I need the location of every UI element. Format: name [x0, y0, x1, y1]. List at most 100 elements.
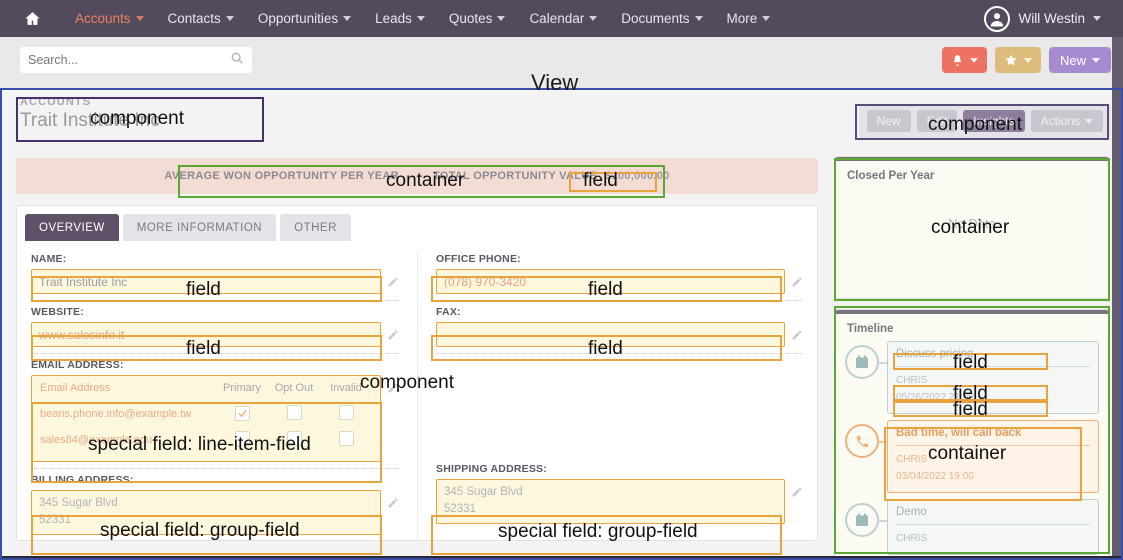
chevron-down-icon [589, 16, 598, 21]
timeline-item[interactable]: Discuss pricing CHRIS 05/26/2022 21:00 [835, 335, 1109, 414]
bell-icon [953, 54, 962, 66]
notifications-button[interactable] [941, 47, 987, 73]
timeline-card[interactable]: Demo CHRIS [887, 499, 1099, 555]
field-label: BILLING ADDRESS: [31, 474, 134, 486]
primary-checkbox[interactable] [234, 406, 250, 421]
invalid-checkbox[interactable] [338, 431, 354, 446]
nav-item-leads[interactable]: Leads [363, 11, 437, 26]
phone-icon [845, 424, 879, 458]
new-button[interactable]: New [866, 110, 911, 132]
chevron-down-icon [497, 16, 506, 21]
billing-address-group[interactable]: 345 Sugar Blvd 52331 [31, 490, 381, 535]
favorites-button[interactable] [994, 47, 1041, 73]
search-input[interactable] [28, 53, 230, 67]
actions-button-label: Actions [1040, 114, 1080, 128]
insights-button[interactable]: Insights [963, 110, 1025, 132]
shipping-address-group[interactable]: 345 Sugar Blvd 52331 [436, 479, 785, 524]
nav-item-label: More [726, 11, 758, 26]
email-value[interactable]: sales84@example.edu [40, 434, 216, 446]
name-input[interactable]: Trait Institute Inc [31, 269, 381, 294]
new-button-label: New [876, 114, 901, 128]
timeline-card[interactable]: Bad time, will call back CHRIS 03/04/202… [887, 420, 1099, 493]
record-body: AVERAGE WON OPPORTUNITY PER YEAR TOTAL O… [0, 146, 1123, 560]
field-billing-address: BILLING ADDRESS: 345 Sugar Blvd 52331 [31, 474, 399, 535]
table-row: sales84@example.edu [40, 427, 372, 453]
tab-other[interactable]: OTHER [280, 214, 351, 241]
form-column-left: NAME: Trait Institute Inc WEBSITE: www.s… [31, 253, 417, 540]
field-label: WEBSITE: [31, 306, 84, 318]
nav-item-label: Leads [375, 11, 412, 26]
metric-label: TOTAL OPPORTUNITY VALUE [432, 170, 598, 182]
tab-more-information[interactable]: MORE INFORMATION [122, 214, 277, 241]
actions-button[interactable]: Actions [1030, 110, 1103, 132]
primary-checkbox-cell [216, 406, 268, 422]
breadcrumb[interactable]: ACCOUNTS [20, 96, 91, 108]
nav-item-more[interactable]: More [715, 11, 783, 26]
office-phone-input[interactable]: (078) 970-3420 [436, 269, 785, 294]
edit-pencil-icon[interactable] [791, 485, 803, 503]
website-input[interactable]: www.salesinfo.it [31, 322, 381, 347]
nav-item-documents[interactable]: Documents [609, 11, 714, 26]
fax-input[interactable] [436, 322, 785, 347]
field-label: OFFICE PHONE: [436, 253, 521, 265]
timeline-card[interactable]: Discuss pricing CHRIS 05/26/2022 21:00 [887, 341, 1099, 414]
nav-menu: Accounts Contacts Opportunities Leads Qu… [63, 11, 782, 26]
office-phone-value: (078) 970-3420 [444, 274, 527, 289]
divider [31, 300, 399, 301]
metric-label: AVERAGE WON OPPORTUNITY PER YEAR [164, 170, 399, 182]
user-menu[interactable]: Will Westin [984, 5, 1101, 32]
edit-pencil-icon[interactable] [387, 496, 399, 514]
field-label: SHIPPING ADDRESS: [436, 463, 547, 475]
field-label: FAX: [436, 306, 461, 318]
search-icon[interactable] [230, 51, 244, 70]
calendar-icon [845, 503, 879, 537]
chevron-down-icon [762, 16, 771, 21]
invalid-checkbox[interactable] [338, 405, 354, 420]
chevron-down-icon [225, 16, 234, 21]
chevron-down-icon [416, 16, 425, 21]
tab-overview[interactable]: OVERVIEW [25, 214, 119, 241]
nav-item-label: Quotes [448, 11, 493, 26]
nav-item-label: Calendar [529, 11, 585, 26]
edit-pencil-icon[interactable] [387, 381, 399, 399]
page-bottom-edge [0, 556, 1123, 560]
opt-out-checkbox-cell [268, 431, 320, 449]
timeline-item[interactable]: Bad time, will call back CHRIS 03/04/202… [835, 414, 1109, 493]
tab-bar: OVERVIEW MORE INFORMATION OTHER [17, 206, 817, 241]
search-box[interactable] [20, 47, 252, 73]
edit-pencil-icon[interactable] [387, 275, 399, 293]
edit-button[interactable]: Edit [916, 110, 958, 132]
email-value[interactable]: beans.phone.info@example.tw [40, 408, 216, 420]
tab-label: OTHER [294, 221, 337, 234]
edit-pencil-icon[interactable] [791, 275, 803, 293]
metric-value: $100,000.00 [605, 170, 670, 182]
nav-item-accounts[interactable]: Accounts [63, 11, 156, 26]
divider [896, 445, 1090, 446]
primary-checkbox[interactable] [234, 431, 250, 446]
new-record-button[interactable]: New [1048, 47, 1111, 73]
avatar [984, 5, 1011, 32]
invalid-checkbox-cell [320, 431, 372, 449]
opt-out-checkbox[interactable] [286, 405, 302, 420]
shipping-address-line1: 345 Sugar Blvd [444, 486, 523, 498]
nav-item-calendar[interactable]: Calendar [517, 11, 609, 26]
edit-pencil-icon[interactable] [387, 328, 399, 346]
edit-pencil-icon[interactable] [791, 328, 803, 346]
divider [436, 300, 803, 301]
field-office-phone: OFFICE PHONE: (078) 970-3420 [436, 253, 803, 301]
dashlet-title: Closed Per Year [847, 170, 935, 182]
field-label: NAME: [31, 253, 67, 265]
dashlet-timeline: Timeline Discuss pricing CHRIS 05/26/202… [834, 309, 1110, 559]
primary-checkbox-cell [216, 431, 268, 449]
opt-out-checkbox[interactable] [286, 431, 302, 446]
new-button-label: New [1059, 52, 1086, 68]
home-icon[interactable] [24, 10, 41, 27]
timeline-item[interactable]: Demo CHRIS [835, 493, 1109, 555]
chevron-down-icon [135, 16, 144, 21]
nav-item-label: Accounts [75, 11, 131, 26]
table-row: beans.phone.info@example.tw [40, 401, 372, 427]
nav-item-contacts[interactable]: Contacts [156, 11, 246, 26]
nav-item-opportunities[interactable]: Opportunities [246, 11, 363, 26]
timeline-user: CHRIS [896, 454, 928, 465]
nav-item-quotes[interactable]: Quotes [437, 11, 518, 26]
